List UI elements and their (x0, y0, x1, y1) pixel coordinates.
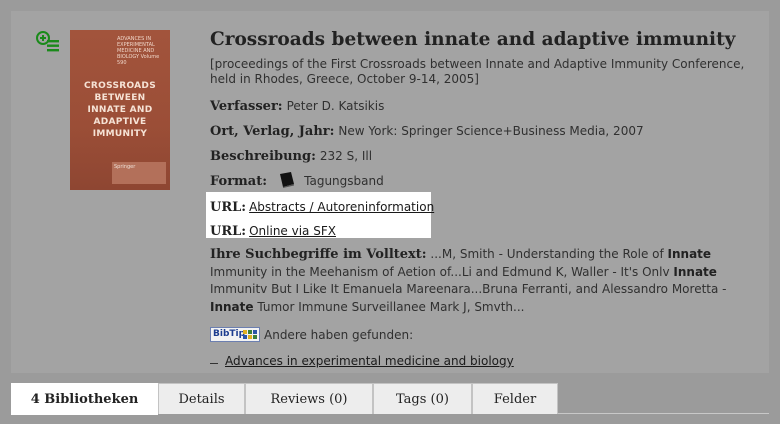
cover-title-text: CROSSROADS BETWEEN INNATE AND ADAPTIVE I… (83, 81, 156, 139)
add-to-list-icon[interactable] (36, 31, 60, 53)
author-value: Peter D. Katsikis (286, 99, 385, 113)
bibtip-row: BibTip Andere haben gefunden: (210, 324, 413, 343)
fulltext-segment: Tumor Immune Surveillanee Mark J, Smvth.… (253, 299, 525, 314)
format-row: Format: Tagungsband (210, 170, 384, 189)
bottom-strip (0, 414, 780, 424)
fulltext-snippet: Ihre Suchbegriffe im Volltext: ...M, Smi… (210, 245, 760, 315)
search-hit: Innate (667, 247, 712, 261)
bibtip-logo-text: BibTip (213, 329, 246, 339)
related-item: Advances in experimental medicine and bi… (210, 350, 514, 369)
url-label: URL: (210, 224, 247, 239)
record-title: Crossroads between innate and adaptive i… (210, 29, 736, 50)
publisher-label: Ort, Verlag, Jahr: (210, 124, 335, 139)
fulltext-segment: Immunitv But I Like It Emanuela Mareenar… (210, 282, 727, 296)
record-subtitle: [proceedings of the First Crossroads bet… (210, 57, 745, 86)
related-link[interactable]: Advances in experimental medicine and bi… (225, 354, 514, 368)
tab-libraries[interactable]: 4 Bibliotheken (11, 383, 158, 415)
tab-tags[interactable]: Tags (0) (373, 383, 472, 414)
fulltext-label: Ihre Suchbegriffe im Volltext: (210, 247, 427, 262)
fulltext-segment: ...M, Smith - Understanding the Role of (426, 247, 668, 261)
tab-baseline (558, 413, 769, 414)
author-row: Verfasser: Peter D. Katsikis (210, 95, 384, 114)
sfx-link[interactable]: Online via SFX (249, 224, 336, 238)
cover-series-text: ADVANCES IN EXPERIMENTAL MEDICINE AND BI… (117, 36, 160, 66)
format-label: Format: (210, 174, 268, 189)
publisher-value: New York: Springer Science+Business Medi… (338, 124, 644, 138)
tab-fields[interactable]: Felder (472, 383, 558, 414)
description-value: 232 S, Ill (319, 149, 373, 163)
url-box: URL: Abstracts / Autoreninformation URL: O… (206, 192, 434, 239)
url-row-abstracts: URL: Abstracts / Autoreninformation (210, 196, 434, 215)
bibtip-grid-icon (243, 330, 257, 339)
search-hit: Innate (673, 264, 717, 279)
format-value: Tagungsband (304, 174, 384, 188)
bibtip-logo[interactable]: BibTip (210, 327, 260, 342)
description-label: Beschreibung: (210, 149, 316, 164)
book-icon (280, 172, 295, 188)
fulltext-segment: Immunity in the Meehanism of Aetion of..… (210, 264, 674, 279)
list-dash (210, 363, 218, 364)
url-row-sfx: URL: Online via SFX (210, 220, 336, 239)
description-row: Beschreibung: 232 S, Ill (210, 145, 372, 164)
book-cover-image[interactable]: ADVANCES IN EXPERIMENTAL MEDICINE AND BI… (70, 30, 170, 190)
url-label: URL: (210, 200, 247, 215)
abstracts-link[interactable]: Abstracts / Autoreninformation (249, 200, 434, 214)
tab-reviews[interactable]: Reviews (0) (245, 383, 373, 414)
cover-publisher-text: Springer (112, 162, 166, 184)
tab-details[interactable]: Details (158, 383, 245, 414)
publisher-row: Ort, Verlag, Jahr: New York: Springer Sci… (210, 120, 644, 139)
bibtip-label: Andere haben gefunden: (264, 327, 414, 342)
search-hit: Innate (210, 299, 254, 314)
author-label: Verfasser: (210, 99, 283, 114)
